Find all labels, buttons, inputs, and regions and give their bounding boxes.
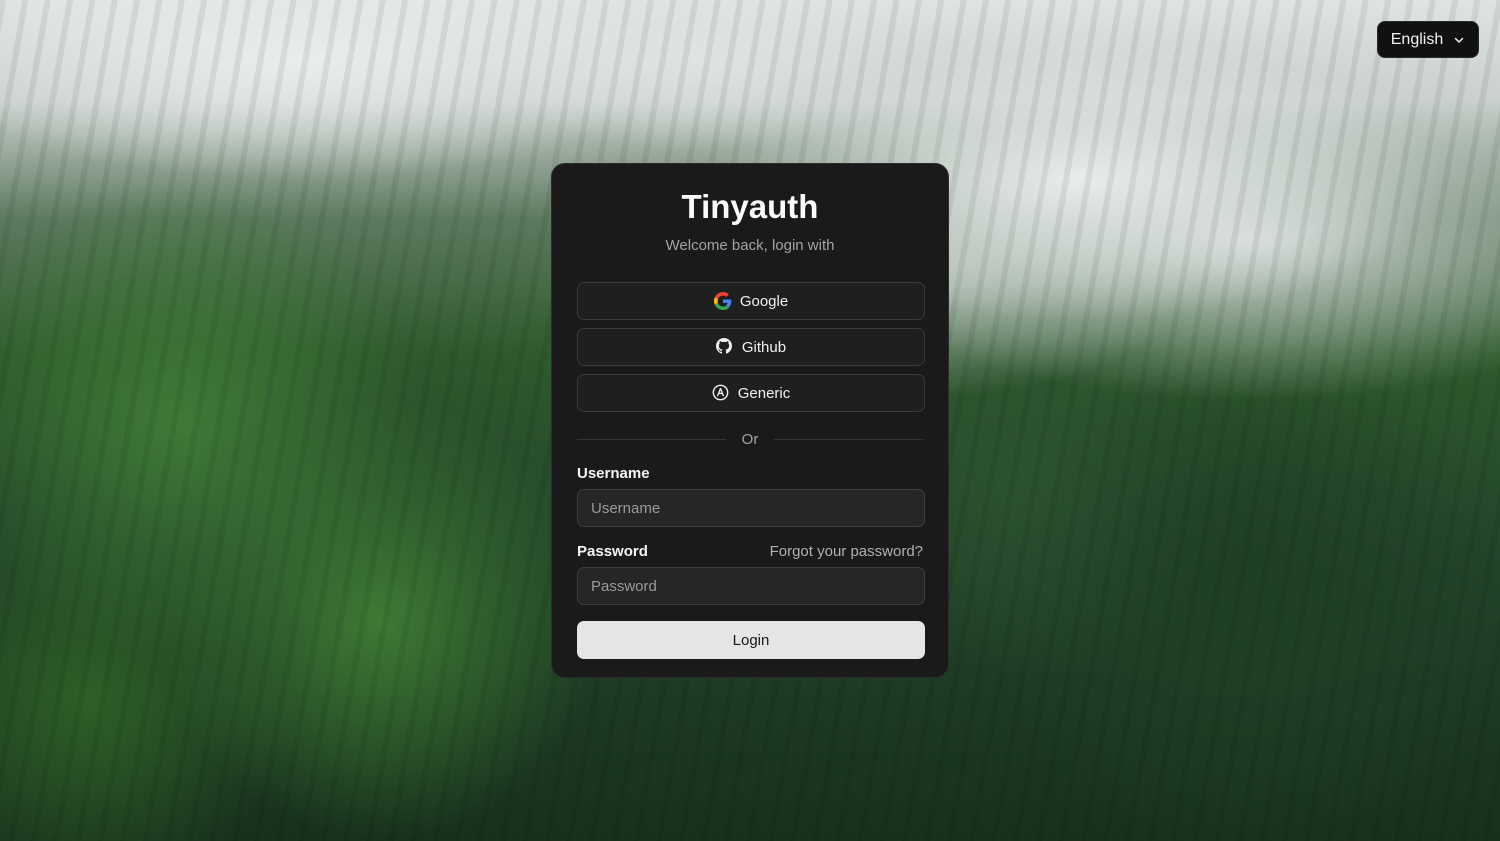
generic-login-label: Generic — [737, 384, 791, 402]
google-icon — [713, 292, 732, 310]
github-login-label: Github — [741, 338, 787, 356]
forgot-password-link[interactable]: Forgot your password? — [770, 543, 923, 560]
card-subtitle: Welcome back, login with — [665, 237, 835, 254]
divider-line-right — [774, 438, 924, 440]
or-divider: Or — [577, 430, 924, 448]
divider-text: Or — [741, 430, 759, 448]
username-input[interactable] — [577, 489, 925, 527]
login-card: Tinyauth Welcome back, login with Google… — [551, 163, 949, 678]
app-title: Tinyauth — [681, 188, 819, 225]
github-login-button[interactable]: Github — [577, 328, 925, 366]
password-group: Password Forgot your password? — [577, 543, 925, 605]
password-label-row: Password Forgot your password? — [577, 543, 923, 560]
generic-login-button[interactable]: Generic — [577, 374, 925, 412]
chevron-down-icon — [1454, 37, 1464, 43]
oauth-provider-list: Google Github Generic — [577, 282, 925, 412]
openid-icon — [712, 384, 730, 402]
username-group: Username — [577, 465, 925, 527]
github-icon — [715, 338, 734, 356]
username-label: Username — [577, 465, 650, 482]
password-input[interactable] — [577, 567, 925, 605]
login-button[interactable]: Login — [577, 621, 925, 659]
google-login-button[interactable]: Google — [577, 282, 925, 320]
language-select-value: English — [1390, 30, 1444, 48]
google-login-label: Google — [739, 292, 789, 310]
language-select[interactable]: English — [1377, 21, 1479, 58]
password-label: Password — [577, 543, 648, 560]
divider-line-left — [577, 438, 726, 440]
